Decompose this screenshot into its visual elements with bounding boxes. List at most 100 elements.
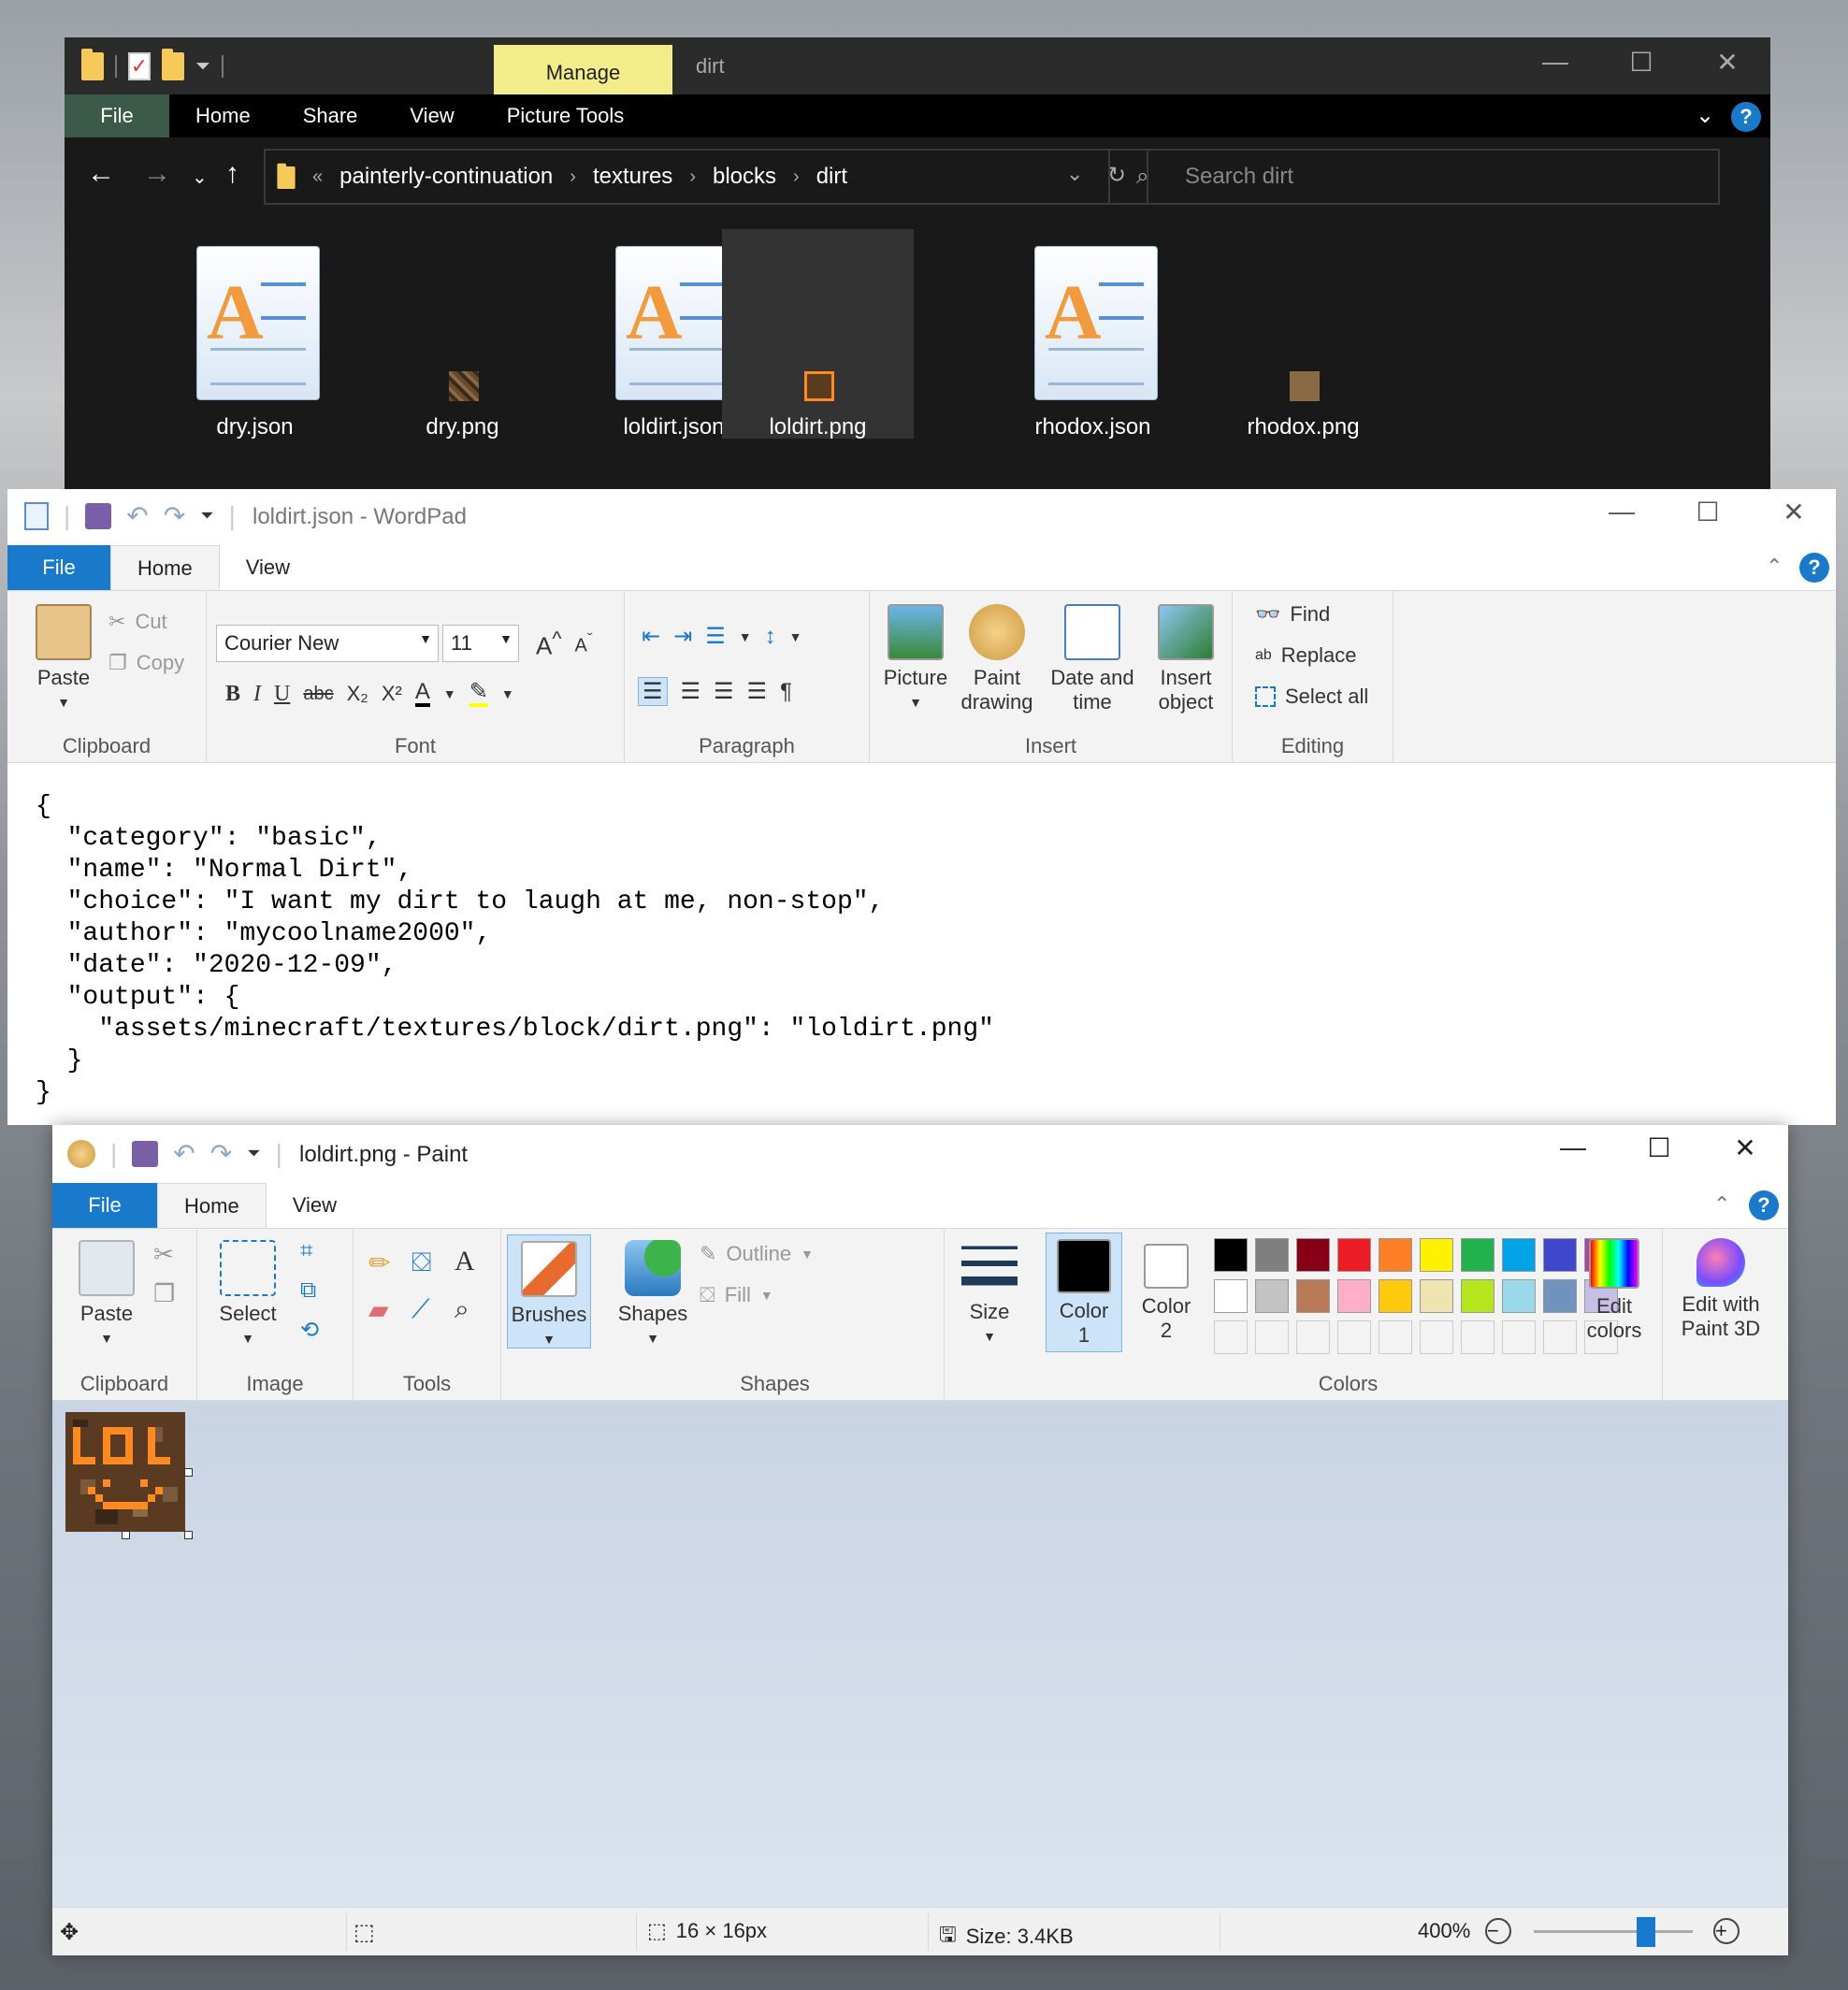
color-swatch[interactable]	[1420, 1279, 1453, 1313]
fill-button[interactable]: ⛋ Fill ▼	[700, 1283, 773, 1307]
align-left-icon[interactable]: ☰	[638, 677, 668, 706]
color-swatch[interactable]	[1255, 1279, 1289, 1313]
font-family-select[interactable]: Courier New ▼	[216, 625, 439, 662]
tab-picture-tools[interactable]: Picture Tools	[481, 94, 651, 137]
minimize-button[interactable]: —	[1530, 1132, 1616, 1163]
edit-colors-button[interactable]: Edit colors	[1577, 1238, 1652, 1343]
breadcrumb-chevron-icon[interactable]: ›	[570, 166, 576, 188]
tab-file[interactable]: File	[7, 545, 110, 590]
date-time-button[interactable]: Date and time	[1044, 604, 1141, 714]
ribbon-collapse-icon[interactable]: ⌃	[1766, 555, 1783, 579]
line-spacing-icon[interactable]: ↕	[765, 624, 776, 650]
file-item[interactable]: A dry.json	[159, 229, 351, 440]
save-icon[interactable]	[85, 502, 112, 529]
paint-app-icon[interactable]	[67, 1139, 95, 1168]
align-center-icon[interactable]: ☰	[681, 678, 701, 705]
scissors-icon[interactable]: ✂	[153, 1240, 174, 1269]
color-swatch[interactable]	[1214, 1238, 1248, 1272]
ribbon-expand-icon[interactable]: ⌄	[1696, 102, 1714, 129]
decrease-indent-icon[interactable]: ⇤	[642, 623, 660, 650]
find-button[interactable]: 👓 Find	[1255, 602, 1330, 627]
canvas-area[interactable]	[52, 1401, 1788, 1907]
pencil-icon[interactable]: ✏	[368, 1247, 390, 1278]
color1-button[interactable]: Color 1	[1046, 1233, 1122, 1352]
undo-icon[interactable]: ↶	[126, 500, 148, 531]
text-color-icon[interactable]: A	[414, 681, 430, 707]
color-swatch[interactable]	[1379, 1279, 1412, 1313]
rotate-icon[interactable]: ⟲	[300, 1317, 319, 1344]
chevron-down-icon[interactable]: ▼	[950, 1324, 1029, 1348]
zoom-out-icon[interactable]: −	[1485, 1918, 1511, 1944]
align-right-icon[interactable]: ☰	[714, 678, 734, 705]
color-swatch[interactable]	[1337, 1238, 1371, 1272]
custom-color-swatch[interactable]	[1255, 1320, 1289, 1354]
search-input[interactable]: ⌕ Search dirt	[1108, 149, 1720, 205]
tab-file[interactable]: File	[52, 1183, 157, 1228]
color-swatch[interactable]	[1214, 1279, 1248, 1313]
paragraph-settings-icon[interactable]: ¶	[780, 679, 792, 705]
tab-home[interactable]: Home	[169, 94, 277, 137]
tab-home[interactable]: Home	[110, 545, 220, 590]
ribbon-collapse-icon[interactable]: ⌃	[1713, 1192, 1730, 1217]
copy-icon[interactable]: ❐	[153, 1279, 175, 1308]
paste-button[interactable]: Paste ▼	[24, 604, 103, 714]
breadcrumb-item[interactable]: dirt	[816, 164, 847, 190]
color-swatch[interactable]	[1502, 1238, 1536, 1272]
customize-qat-icon[interactable]: ⏷	[195, 56, 210, 78]
recent-locations-chevron-icon[interactable]: ⌄	[192, 166, 208, 189]
zoom-slider-track[interactable]	[1534, 1930, 1693, 1933]
custom-color-swatch[interactable]	[1461, 1320, 1494, 1354]
paste-dropdown-icon[interactable]: ▼	[24, 690, 103, 714]
zoom-in-icon[interactable]: +	[1713, 1918, 1740, 1944]
color-swatch[interactable]	[1543, 1279, 1577, 1313]
custom-color-swatch[interactable]	[1214, 1320, 1248, 1354]
superscript-icon[interactable]: X²	[382, 682, 402, 706]
increase-indent-icon[interactable]: ⇥	[673, 623, 692, 650]
copy-button[interactable]: ❐ Copy	[108, 651, 184, 675]
breadcrumb-chevron-icon[interactable]: ›	[793, 166, 800, 188]
chevron-down-icon[interactable]: ▼	[443, 686, 456, 701]
address-bar[interactable]: « painterly-continuation › textures › bl…	[264, 149, 1148, 205]
color-swatch[interactable]	[1543, 1238, 1577, 1272]
color-picker-icon[interactable]: ⟋	[411, 1294, 430, 1325]
shrink-font-icon[interactable]: Aˇ	[575, 630, 593, 657]
redo-icon[interactable]: ↷	[210, 1138, 232, 1169]
custom-color-swatch[interactable]	[1420, 1320, 1453, 1354]
file-item[interactable]: rhodox.png	[1207, 229, 1399, 440]
replace-button[interactable]: ab Replace	[1255, 643, 1357, 668]
resize-handle[interactable]	[122, 1531, 130, 1539]
chevron-down-icon[interactable]: ▼	[739, 629, 752, 644]
help-icon[interactable]: ?	[1731, 102, 1761, 132]
cut-button[interactable]: ✂ Cut	[108, 610, 167, 634]
select-button[interactable]: Select ▼	[209, 1240, 287, 1350]
chevron-down-icon[interactable]: ▼	[789, 629, 802, 644]
wordpad-app-icon[interactable]	[24, 501, 49, 530]
brushes-button[interactable]: Brushes ▼	[507, 1234, 591, 1348]
color-swatch[interactable]	[1255, 1238, 1289, 1272]
properties-icon[interactable]: ✓	[128, 52, 151, 80]
image-canvas[interactable]	[65, 1412, 185, 1532]
size-button[interactable]: Size ▼	[950, 1238, 1029, 1348]
color-swatch[interactable]	[1461, 1238, 1494, 1272]
file-item[interactable]: dry.png	[367, 229, 558, 440]
custom-color-swatch[interactable]	[1337, 1320, 1371, 1354]
close-button[interactable]: ✕	[1702, 1132, 1788, 1163]
tab-view[interactable]: View	[267, 1183, 363, 1228]
close-button[interactable]: ✕	[1684, 47, 1770, 78]
document-text[interactable]: { "category": "basic", "name": "Normal D…	[36, 791, 994, 1109]
chevron-down-icon[interactable]: ▼	[614, 1326, 692, 1350]
breadcrumb-overflow-icon[interactable]: «	[312, 166, 323, 188]
close-button[interactable]: ✕	[1751, 497, 1837, 527]
file-item[interactable]: A rhodox.json	[997, 229, 1189, 440]
bullets-icon[interactable]: ☰	[705, 623, 726, 650]
edit-with-paint3d-button[interactable]: Edit with Paint 3D	[1667, 1238, 1775, 1341]
chevron-down-icon[interactable]: ▼	[501, 686, 514, 701]
resize-handle[interactable]	[184, 1531, 193, 1539]
breadcrumb-item[interactable]: textures	[593, 164, 672, 190]
italic-icon[interactable]: I	[253, 682, 261, 707]
paint-drawing-button[interactable]: Paint drawing	[956, 604, 1038, 714]
insert-object-button[interactable]: Insert object	[1147, 604, 1225, 714]
color-swatch[interactable]	[1337, 1279, 1371, 1313]
forward-arrow-icon[interactable]: →	[143, 158, 171, 190]
font-size-select[interactable]: 11 ▼	[442, 625, 519, 662]
